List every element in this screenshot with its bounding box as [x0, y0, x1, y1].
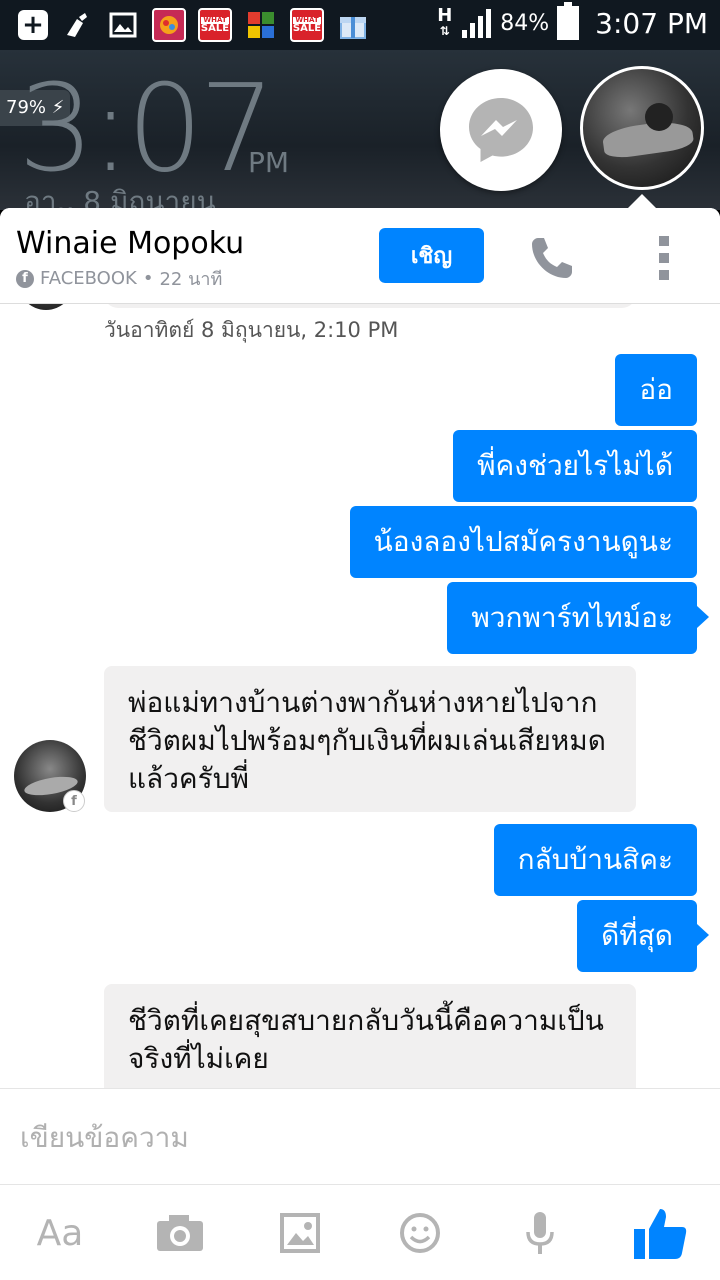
contact-name: Winaie Mopoku	[16, 226, 245, 261]
outgoing-message[interactable]: พวกพาร์ทไทม์อะ	[447, 582, 709, 654]
incoming-message[interactable]: พ่อแม่ทางบ้านต่างพากันห่างหายไปจากชีวิตผ…	[104, 666, 636, 812]
message-composer	[0, 1088, 720, 1184]
facebook-badge-icon: f	[63, 790, 85, 812]
gallery-icon	[106, 8, 140, 42]
previous-message-bubble	[104, 304, 636, 308]
contact-subtitle: f FACEBOOK • 22 นาที	[16, 264, 222, 293]
outgoing-message[interactable]: พี่คงช่วยไรไม่ได้	[453, 430, 697, 502]
status-bar: + WHAT SALE WHAT SALE H ⇅ 84% 3:07 PM	[0, 0, 720, 50]
system-status: H ⇅ 84% 3:07 PM	[437, 2, 708, 40]
status-time: 3:07 PM	[595, 6, 708, 40]
gift-icon	[336, 8, 370, 42]
outgoing-message[interactable]: อ่อ	[615, 354, 697, 426]
image-icon	[280, 1213, 320, 1253]
emoji-button[interactable]	[390, 1203, 450, 1263]
text-format-button[interactable]: Aa	[30, 1203, 90, 1263]
contact-chathead[interactable]	[580, 66, 704, 190]
contact-avatar	[18, 304, 74, 310]
sale-icon: WHAT SALE	[198, 8, 232, 42]
last-active: 22 นาที	[159, 269, 223, 290]
like-button[interactable]	[628, 1203, 692, 1263]
message-thread[interactable]: วันอาทิตย์ 8 มิถุนายน, 2:10 PM อ่อ พี่คง…	[0, 304, 720, 1088]
notification-icons: + WHAT SALE WHAT SALE	[18, 8, 370, 42]
facebook-icon: f	[16, 269, 34, 288]
chat-window: Winaie Mopoku f FACEBOOK • 22 นาที เชิญ …	[0, 208, 720, 1280]
camera-button[interactable]	[150, 1203, 210, 1263]
outgoing-message[interactable]: ดีที่สุด	[577, 900, 709, 972]
messenger-icon	[469, 98, 533, 162]
antivirus-icon	[244, 8, 278, 42]
network-type-icon: H ⇅	[437, 4, 453, 38]
home-clock: 3:07	[18, 60, 275, 199]
voice-button[interactable]	[510, 1203, 570, 1263]
message-timestamp: วันอาทิตย์ 8 มิถุนายน, 2:10 PM	[104, 318, 399, 342]
sale-icon: WHAT SALE	[290, 8, 324, 42]
home-clock-ampm: PM	[248, 146, 290, 179]
chat-header: Winaie Mopoku f FACEBOOK • 22 นาที เชิญ	[0, 208, 720, 304]
outgoing-message[interactable]: น้องลองไปสมัครงานดูนะ	[349, 506, 697, 578]
camera-icon	[157, 1215, 203, 1251]
more-options-button[interactable]	[655, 236, 673, 280]
phone-icon	[532, 238, 572, 278]
invite-button[interactable]: เชิญ	[379, 228, 484, 283]
outgoing-message[interactable]: กลับบ้านสิคะ	[493, 824, 697, 896]
thumbs-up-icon	[634, 1209, 687, 1259]
source-label: FACEBOOK	[40, 268, 137, 289]
gallery-button[interactable]	[270, 1203, 330, 1263]
smiley-icon	[400, 1213, 440, 1253]
cleaner-icon	[60, 8, 94, 42]
messenger-chathead[interactable]	[440, 69, 562, 191]
microphone-icon	[526, 1212, 554, 1254]
message-input[interactable]	[20, 1111, 700, 1163]
call-button[interactable]	[528, 234, 576, 282]
composer-toolbar: Aa	[0, 1184, 720, 1280]
battery-percent: 84%	[500, 10, 550, 36]
incoming-message[interactable]: ชีวิตที่เคยสุขสบายกลับวันนี้คือความเป็นจ…	[104, 984, 636, 1088]
candy-crush-icon	[152, 8, 186, 42]
battery-icon	[557, 2, 580, 40]
add-icon: +	[18, 10, 48, 40]
signal-icon	[462, 9, 492, 38]
